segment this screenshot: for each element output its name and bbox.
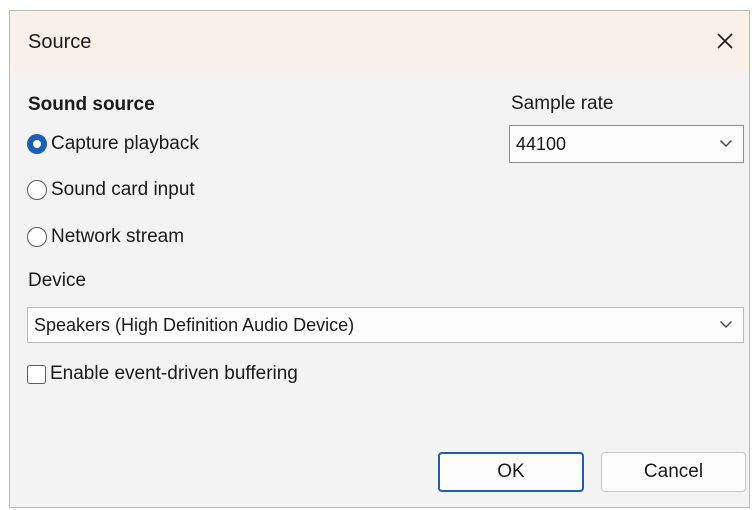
radio-label: Capture playback <box>51 133 199 154</box>
source-dialog: Source Sound source Capture playback Sou… <box>9 10 750 508</box>
device-select[interactable]: Speakers (High Definition Audio Device) <box>27 307 744 343</box>
radio-button[interactable] <box>27 227 47 247</box>
radio-label: Network stream <box>51 226 185 247</box>
cancel-button[interactable]: Cancel <box>601 452 746 492</box>
chevron-down-icon <box>719 316 733 334</box>
radio-button-checked[interactable] <box>27 134 47 154</box>
radio-label: Sound card input <box>51 179 195 200</box>
close-icon <box>716 32 734 50</box>
chevron-down-icon <box>719 135 733 153</box>
device-label: Device <box>28 270 87 291</box>
checkbox-label: Enable event-driven buffering <box>50 363 298 384</box>
sound-source-heading: Sound source <box>28 94 155 115</box>
sample-rate-value: 44100 <box>516 134 567 154</box>
radio-capture-playback[interactable]: Capture playback <box>27 131 199 157</box>
sample-rate-select[interactable]: 44100 <box>509 125 744 163</box>
event-driven-buffering-checkbox[interactable] <box>27 364 46 384</box>
window-title: Source <box>28 31 92 53</box>
radio-network-stream[interactable]: Network stream <box>27 224 184 250</box>
title-bar: Source <box>10 11 749 71</box>
radio-sound-card-input[interactable]: Sound card input <box>27 177 195 203</box>
device-value: Speakers (High Definition Audio Device) <box>34 315 355 335</box>
sample-rate-label: Sample rate <box>511 93 614 114</box>
close-button[interactable] <box>701 11 749 71</box>
event-driven-buffering-option[interactable]: Enable event-driven buffering <box>27 361 298 387</box>
radio-button[interactable] <box>27 180 47 200</box>
ok-button[interactable]: OK <box>438 452 584 492</box>
